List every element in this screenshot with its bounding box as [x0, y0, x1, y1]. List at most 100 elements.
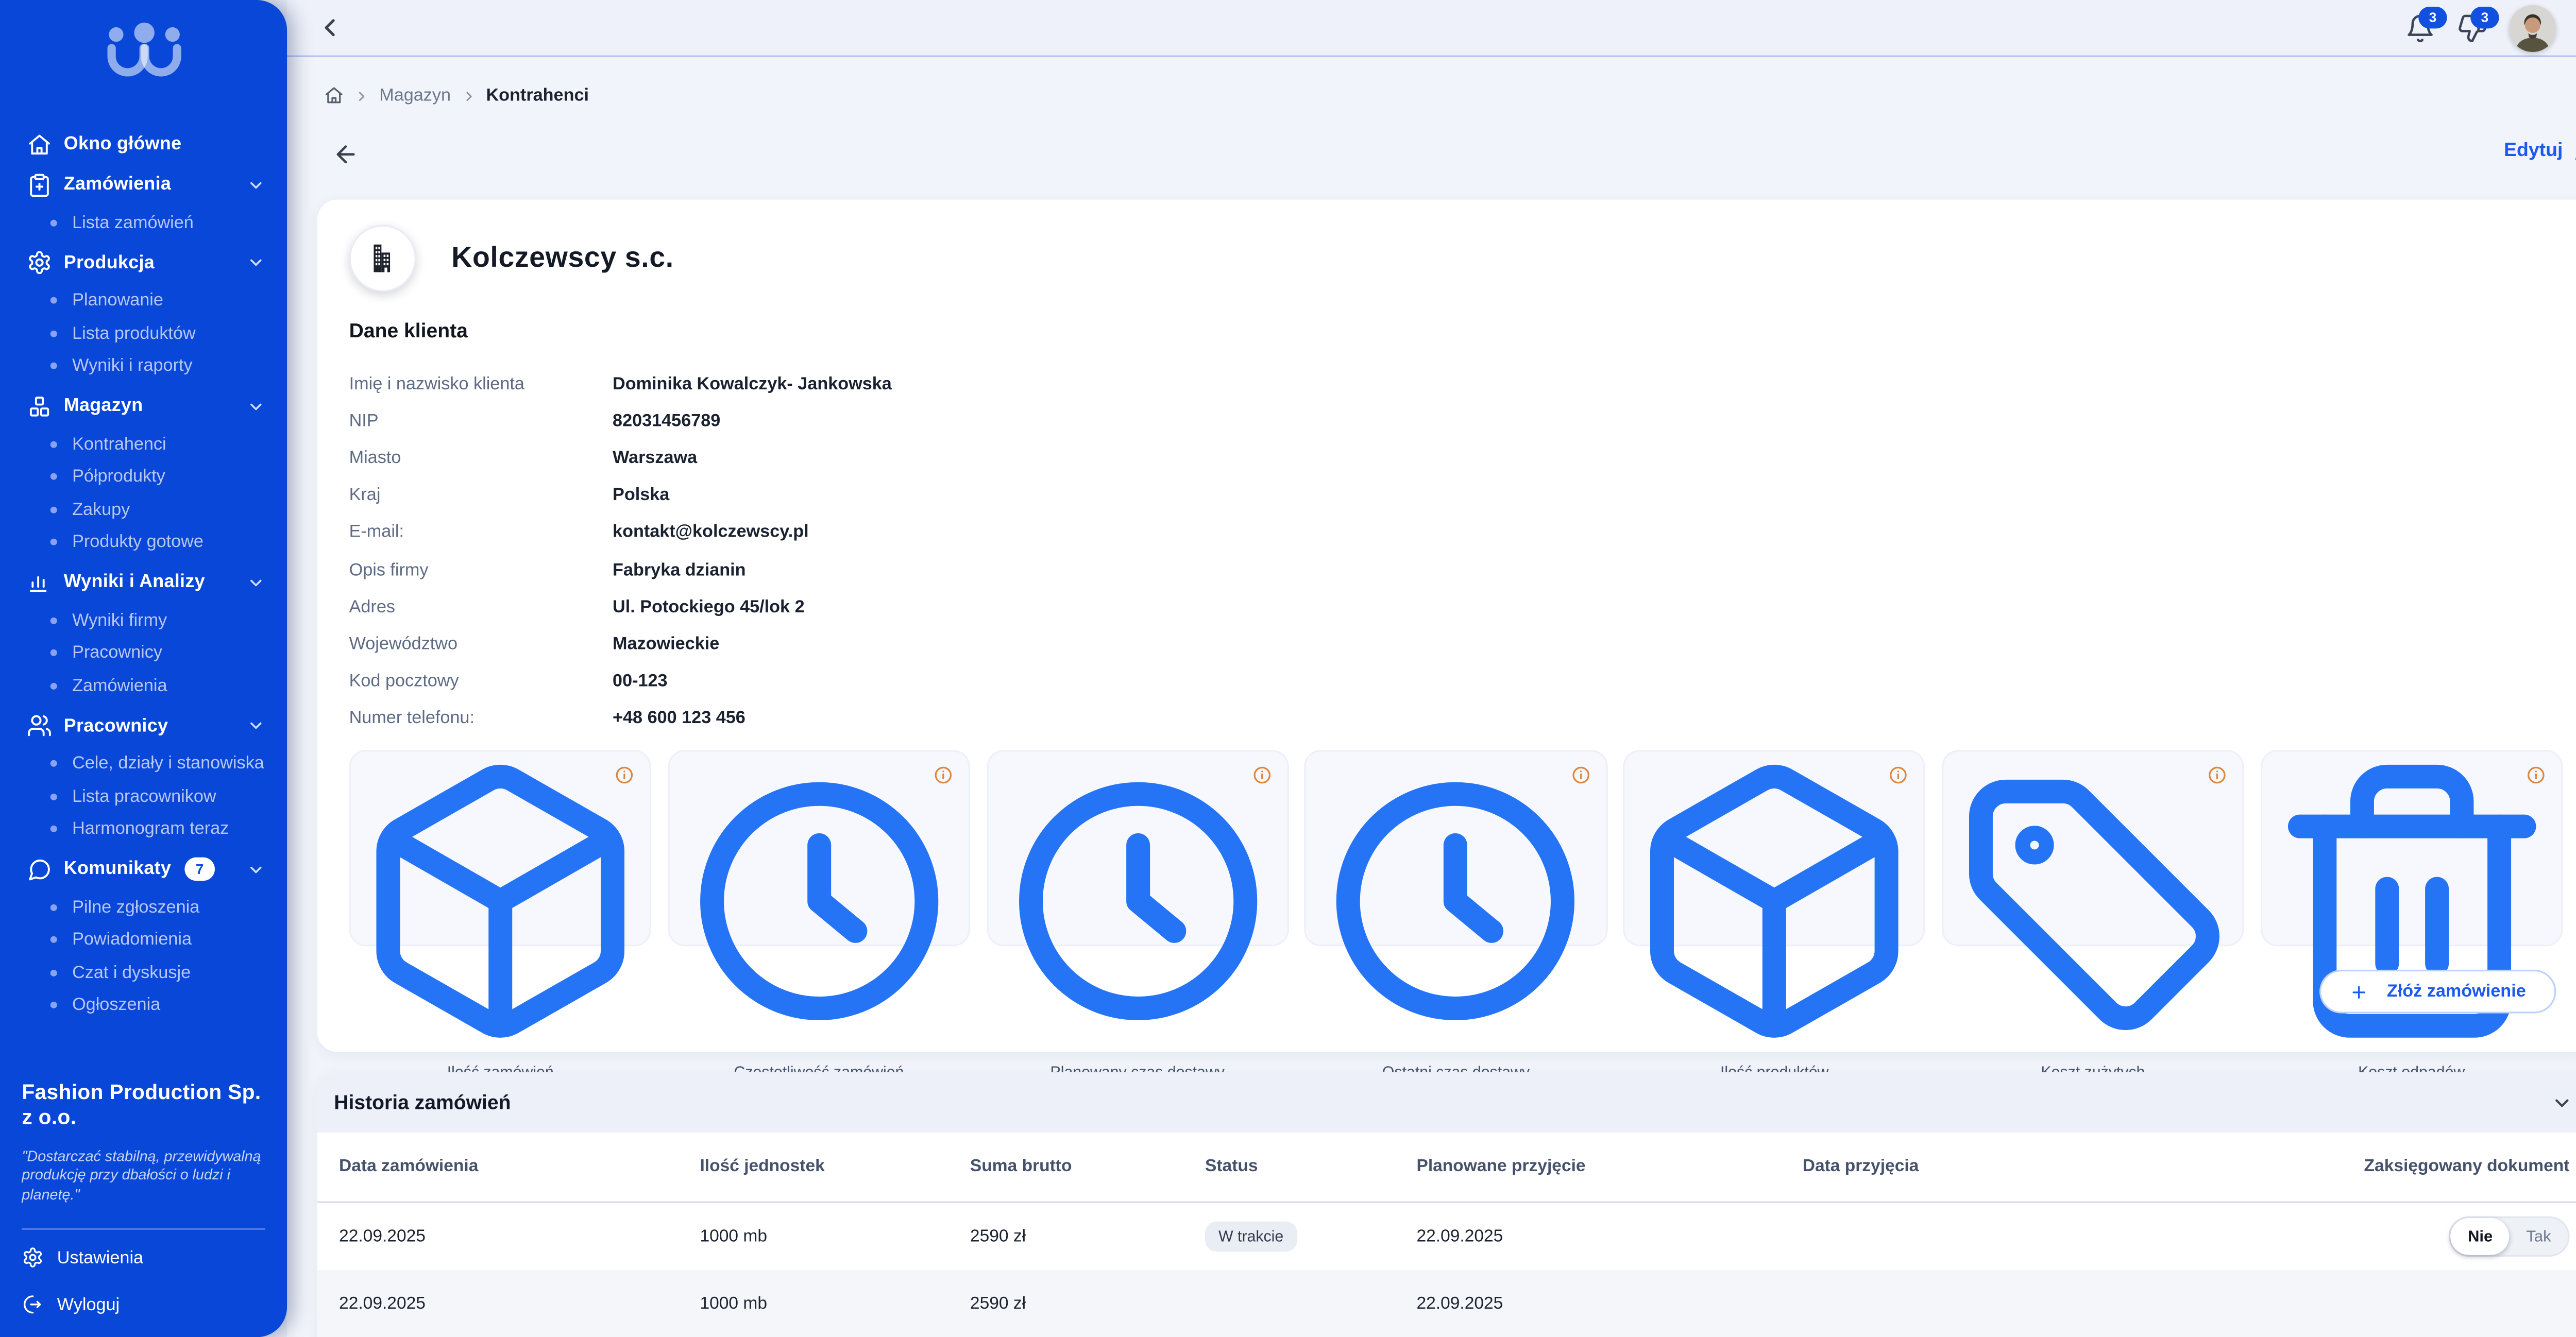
home-icon [27, 132, 52, 157]
back-chevron-button[interactable] [315, 13, 344, 42]
field-label: Miasto [349, 449, 613, 469]
sidebar-subitem-cele-dzialy-stanowiska[interactable]: Cele, działy i stanowiska [0, 747, 287, 780]
field-row: MiastoWarszawa [349, 440, 2576, 477]
sidebar-item-label: Magazyn [64, 396, 143, 416]
cell-gross: 2590 zł [970, 1227, 1205, 1246]
place-order-button[interactable]: Złóż zamówienie [2320, 970, 2556, 1014]
bullet-icon [50, 682, 57, 689]
order-history-header: Historia zamówień [317, 1072, 2576, 1133]
sidebar-subitem-ogloszenia[interactable]: Ogłoszenia [0, 989, 287, 1022]
stat-card-planowany-czas-dostawy: Planowany czas dostawy 2 dni [986, 750, 1289, 946]
boxes-icon [27, 393, 52, 419]
logout-button[interactable]: Wyloguj [22, 1285, 265, 1324]
booked-document-toggle: Nie Tak [2449, 1216, 2569, 1257]
logout-icon [22, 1294, 43, 1315]
sidebar-subitem-zamowienia-analizy[interactable]: Zamówienia [0, 670, 287, 702]
info-icon[interactable] [2207, 765, 2227, 785]
breadcrumb-kontrahenci[interactable]: Kontrahenci [486, 85, 589, 106]
bar-chart-icon [27, 570, 52, 595]
sidebar-item-pracownicy[interactable]: Pracownicy [0, 706, 287, 746]
field-row: Kod pocztowy00-123 [349, 662, 2576, 699]
bullet-icon [50, 969, 57, 976]
bullet-icon [50, 330, 57, 337]
sidebar-subitem-powiadomienia[interactable]: Powiadomienia [0, 923, 287, 956]
sidebar-subitem-pracownicy-analizy[interactable]: Pracownicy [0, 637, 287, 670]
sidebar-subitem-wyniki-i-raporty[interactable]: Wyniki i raporty [0, 350, 287, 383]
thumb-badge: 3 [2470, 6, 2499, 27]
toggle-yes-option[interactable]: Tak [2510, 1227, 2568, 1246]
client-fields: Imię i nazwisko klientaDominika Kowalczy… [349, 366, 2576, 736]
sidebar-item-komunikaty[interactable]: Komunikaty 7 [0, 849, 287, 889]
home-icon[interactable] [324, 85, 344, 106]
breadcrumb-magazyn[interactable]: Magazyn [379, 85, 451, 106]
company-motto: "Dostarczać stabilną, przewidywalną prod… [22, 1147, 265, 1205]
chevron-right-icon [461, 88, 476, 103]
edit-button[interactable]: Edytuj [2504, 141, 2576, 161]
info-icon[interactable] [2526, 765, 2546, 785]
chevron-down-icon [247, 716, 265, 735]
field-value: Fabryka dzianin [613, 559, 746, 579]
cell-gross: 2590 zł [970, 1294, 1205, 1313]
unread-count-badge: 7 [184, 858, 215, 881]
thumb-down-button[interactable]: 3 [2457, 12, 2487, 43]
sidebar-subitem-harmonogram[interactable]: Harmonogram teraz [0, 813, 287, 846]
bullet-icon [50, 650, 57, 657]
notifications-bell-button[interactable]: 3 [2405, 12, 2435, 43]
field-label: Województwo [349, 633, 613, 654]
settings-button[interactable]: Ustawienia [22, 1238, 265, 1277]
sidebar-subitem-label: Wyniki i raporty [72, 356, 192, 376]
sidebar-subitem-label: Cele, działy i stanowiska [72, 754, 264, 774]
sidebar-subitem-kontrahenci[interactable]: Kontrahenci [0, 428, 287, 461]
chevron-down-icon [247, 573, 265, 591]
sidebar-item-zamowienia[interactable]: Zamówienia [0, 164, 287, 204]
sidebar-item-magazyn[interactable]: Magazyn [0, 386, 287, 426]
sidebar-subitem-wyniki-firmy[interactable]: Wyniki firmy [0, 604, 287, 637]
field-row: KrajPolska [349, 477, 2576, 514]
info-icon[interactable] [615, 765, 635, 785]
chat-bubble-icon [27, 856, 52, 882]
sidebar-subitem-produkty-gotowe[interactable]: Produkty gotowe [0, 526, 287, 559]
bullet-icon [50, 826, 57, 833]
field-value: 00-123 [613, 671, 668, 691]
building-icon [364, 240, 401, 277]
field-label: Numer telefonu: [349, 708, 613, 728]
info-icon[interactable] [933, 765, 953, 785]
sidebar-subitem-label: Zamówienia [72, 676, 167, 696]
info-icon[interactable] [1252, 765, 1272, 785]
info-icon[interactable] [1570, 765, 1590, 785]
sidebar-subitem-pilne-zgloszenia[interactable]: Pilne zgłoszenia [0, 891, 287, 924]
client-stats: Ilość zamówień 2 Częstotliwość zamówień … [349, 750, 2563, 946]
collapse-chevron-icon[interactable] [2551, 1091, 2573, 1113]
sidebar-subitem-label: Planowanie [72, 290, 163, 311]
sidebar-subitem-polprodukty[interactable]: Półprodukty [0, 460, 287, 493]
user-avatar[interactable] [2509, 4, 2556, 51]
plus-icon [2350, 982, 2368, 1001]
client-card: Kolczewscy s.c. Dane klienta Imię i nazw… [317, 200, 2576, 1052]
company-avatar [349, 225, 416, 292]
sidebar-item-okno-glowne[interactable]: Okno główne [0, 124, 287, 164]
package-icon [351, 751, 650, 1051]
app-window: Okno główne Zamówienia Lista zamówień Pr… [0, 0, 2576, 1337]
bullet-icon [50, 1002, 57, 1009]
sidebar-subitem-lista-produktow[interactable]: Lista produktów [0, 317, 287, 350]
table-row: 22.09.2025 1000 mb 2590 zł W trakcie 22.… [317, 1203, 2576, 1270]
sidebar-subitem-lista-zamowien[interactable]: Lista zamówień [0, 207, 287, 239]
sidebar-subitem-label: Lista produktów [72, 323, 196, 344]
stat-card-czestotliwosc-zamowien: Częstotliwość zamówień 30 dni [668, 750, 970, 946]
sidebar-item-label: Zamówienia [64, 175, 171, 195]
sidebar-item-produkcja[interactable]: Produkcja [0, 243, 287, 283]
sidebar-subitem-lista-pracownikow[interactable]: Lista pracownikow [0, 780, 287, 813]
table-header-row: Data zamówienia Ilość jednostek Suma bru… [317, 1133, 2576, 1203]
info-icon[interactable] [1889, 765, 1909, 785]
bullet-icon [50, 904, 57, 911]
sidebar-item-wyniki-i-analizy[interactable]: Wyniki i Analizy [0, 562, 287, 602]
bullet-icon [50, 793, 57, 800]
sidebar-nav: Okno główne Zamówienia Lista zamówień Pr… [0, 124, 287, 1025]
sidebar-subitem-czat-i-dyskusje[interactable]: Czat i dyskusje [0, 956, 287, 989]
sidebar-subitem-zakupy[interactable]: Zakupy [0, 493, 287, 526]
cell-units: 1000 mb [700, 1294, 970, 1313]
logout-label: Wyloguj [57, 1294, 120, 1314]
sidebar-subitem-planowanie[interactable]: Planowanie [0, 284, 287, 317]
back-arrow-button[interactable] [332, 141, 359, 168]
toggle-no-option[interactable]: Nie [2451, 1218, 2509, 1255]
